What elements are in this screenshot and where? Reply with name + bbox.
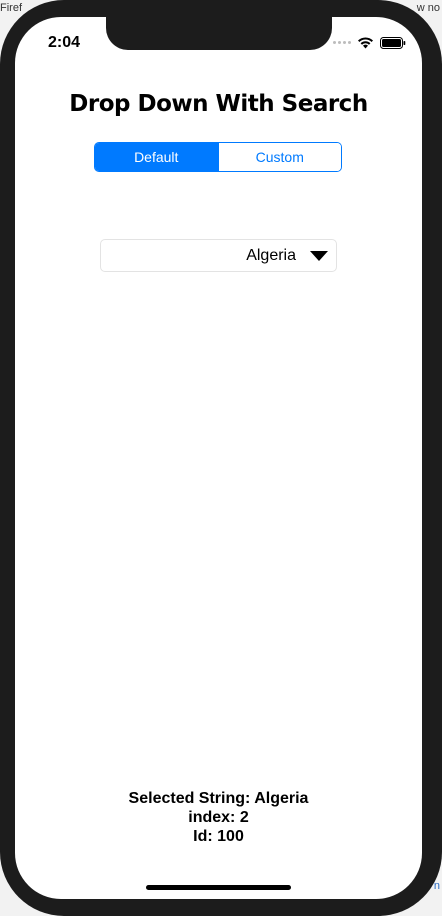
page-title: Drop Down With Search <box>69 91 368 117</box>
selected-index-label: index: 2 <box>188 809 249 826</box>
phone-screen: 2:04 Drop Down With Search Default Custo… <box>15 17 422 899</box>
battery-icon <box>380 36 406 49</box>
triangle-down-icon <box>310 250 328 261</box>
selected-string-label: Selected String: Algeria <box>128 790 309 807</box>
selected-id-label: Id: 100 <box>193 828 244 845</box>
background-window-text-left: Firef <box>0 2 22 14</box>
selection-info: Selected String: Algeria index: 2 Id: 10… <box>15 789 422 846</box>
segment-custom[interactable]: Custom <box>217 143 341 171</box>
status-time: 2:04 <box>48 34 81 51</box>
background-window-text-bottom: n <box>433 880 440 892</box>
background-window-text-right: w no <box>416 2 440 14</box>
segmented-control: Default Custom <box>94 142 342 172</box>
signal-icon <box>333 41 351 44</box>
segment-default[interactable]: Default <box>95 143 218 171</box>
notch <box>106 17 332 50</box>
wifi-icon <box>358 37 373 49</box>
dropdown-selected-value: Algeria <box>246 246 296 264</box>
phone-frame: 2:04 Drop Down With Search Default Custo… <box>0 0 442 916</box>
home-indicator[interactable] <box>146 885 291 890</box>
country-dropdown[interactable]: Algeria <box>100 239 337 272</box>
status-icons <box>333 36 406 49</box>
